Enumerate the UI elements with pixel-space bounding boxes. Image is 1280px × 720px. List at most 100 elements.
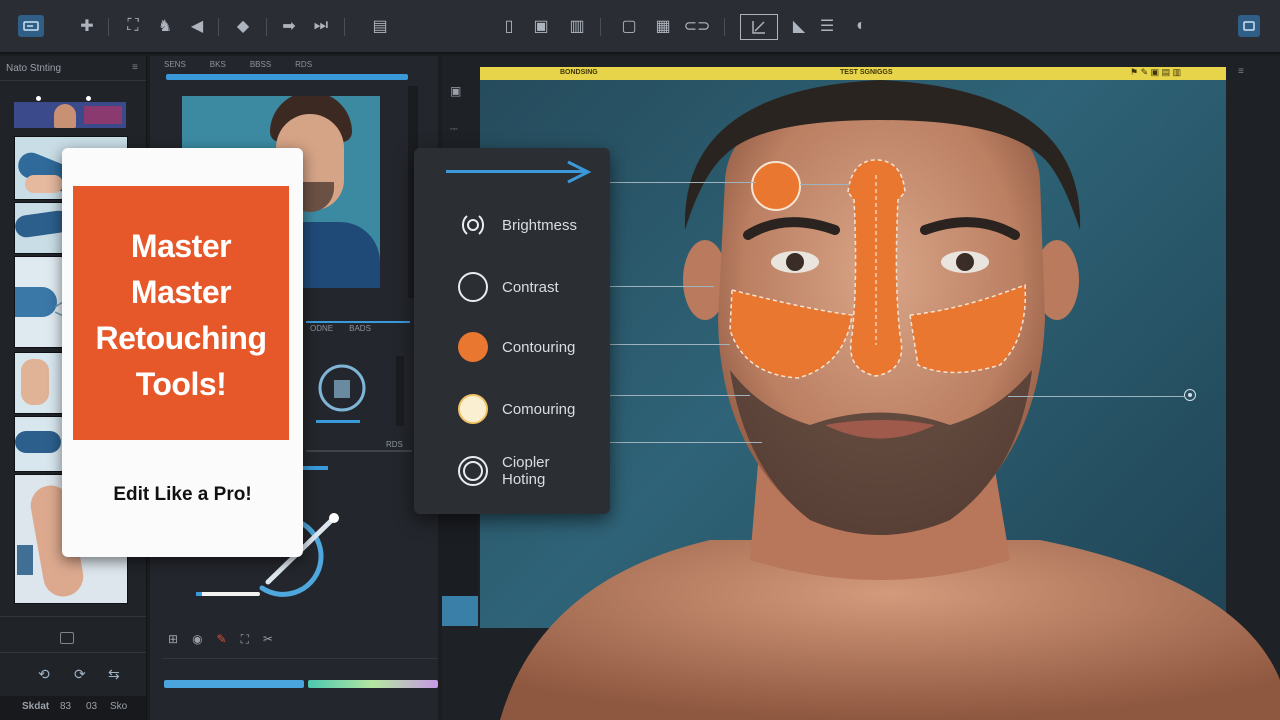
toolbar-divider <box>600 18 601 36</box>
camera-icon[interactable]: ◉ <box>192 632 202 647</box>
canvas-tool-icon[interactable]: ▣ <box>450 84 472 102</box>
guide-line <box>610 395 750 396</box>
target-icon[interactable] <box>1184 389 1196 401</box>
toolbar-divider <box>724 18 725 36</box>
crop-icon[interactable]: ⛶ <box>122 15 144 37</box>
thumbnail-strip[interactable] <box>14 102 126 128</box>
tool-ciopler-hoting[interactable]: Ciopler Hoting <box>458 454 550 488</box>
filter-icon[interactable]: ▤ <box>366 15 394 37</box>
crop-icon[interactable]: ⛶ <box>241 632 249 647</box>
selection-handle[interactable] <box>86 96 91 101</box>
timeline-clip-blue[interactable] <box>164 680 304 688</box>
forward-icon[interactable]: ➡ <box>278 15 300 37</box>
toolbar-divider <box>344 18 345 36</box>
transform-icon[interactable]: ⟲ <box>38 666 50 683</box>
marker-icon[interactable]: ✎ <box>217 632 227 647</box>
rotation-slider[interactable] <box>196 592 260 596</box>
guide-line <box>610 182 756 183</box>
canvas-side-accent <box>442 596 478 626</box>
arrow-right-icon[interactable] <box>564 159 592 190</box>
status-text: Skdat <box>22 701 50 712</box>
toolbar-divider <box>108 18 109 36</box>
promo-headline-line: Master <box>130 228 232 264</box>
link-icon[interactable]: ⊂⊃ <box>684 15 711 37</box>
section-label[interactable]: RDS <box>386 440 403 449</box>
pen-icon[interactable]: ◆ <box>232 15 254 37</box>
tools-icon[interactable]: ✂ <box>263 632 273 647</box>
status-value: 83 <box>60 701 72 712</box>
skip-icon[interactable]: ⏭ <box>310 15 332 37</box>
contrast-icon <box>458 272 488 302</box>
panel-title: Nato Stnting <box>6 63 62 74</box>
canvas-title: TEST SGNIGGS <box>840 69 893 76</box>
thumbnail-face <box>54 104 76 128</box>
toolbar-divider <box>218 18 219 36</box>
panel-tabs: SENS BKS BBSS RDS <box>164 60 410 72</box>
paste-icon[interactable]: ▦ <box>652 15 674 37</box>
canvas-left-label: BONDSING <box>560 69 598 76</box>
adjust-icon[interactable]: ◐ <box>850 15 872 37</box>
stack-icon[interactable]: ▥ <box>566 15 588 37</box>
timeline-clip-gradient[interactable] <box>308 680 438 688</box>
tool-contouring-highlight[interactable]: Comouring <box>458 394 575 424</box>
status-value: 03 <box>86 701 98 712</box>
guide-line <box>610 344 730 345</box>
section-label[interactable]: ODNE <box>310 324 333 333</box>
canvas-header-icons[interactable]: ⚑ ✎ ▣ ▤ ▥ <box>1130 67 1181 78</box>
canvas-menu-icon[interactable]: ≡ <box>1238 66 1244 77</box>
tab-label[interactable]: RDS <box>295 60 312 72</box>
grid-icon[interactable]: ⊞ <box>168 632 178 647</box>
promo-headline-line: Tools! <box>135 366 227 402</box>
section-label[interactable]: BADS <box>349 324 371 333</box>
slider-handle[interactable] <box>196 592 202 596</box>
promo-tagline: Edit Like a Pro! <box>113 484 252 505</box>
progress-bar <box>166 74 408 80</box>
thumbnail-color-block <box>84 106 122 124</box>
tool-label-multiline: Ciopler Hoting <box>502 454 550 488</box>
share-icon[interactable] <box>1238 15 1260 37</box>
status-bar: Skdat 83 03 Sko <box>0 696 146 720</box>
dial-scrollbar[interactable] <box>396 356 404 426</box>
panel-divider <box>0 80 146 81</box>
move-icon[interactable]: ✚ <box>76 15 98 37</box>
tab-label[interactable]: BBSS <box>250 60 271 72</box>
tool-contouring[interactable]: Contouring <box>458 332 575 362</box>
panel-divider <box>0 652 146 653</box>
video-icon[interactable]: ◣ <box>788 15 810 37</box>
tool-brightness[interactable]: Brightmess <box>458 210 577 240</box>
tool-label-line: Hoting <box>502 471 546 488</box>
promo-headline-line: Master <box>130 274 232 310</box>
tool-label: Brightmess <box>502 216 578 234</box>
canvas-side-label: ◦◦◦ <box>450 126 458 133</box>
panel-divider <box>0 616 146 617</box>
top-toolbar: ✚ ⛶ ♞ ◀ ◆ ➡ ⏭ ▤ ▯ ▣ ▥ ▢ ▦ ⊂⊃ ◣ ☰ ◐ <box>0 0 1280 54</box>
copy-icon[interactable]: ▢ <box>618 15 640 37</box>
guide-line <box>800 184 850 185</box>
selection-handle[interactable] <box>36 96 41 101</box>
layers-icon[interactable]: ▣ <box>530 15 552 37</box>
tool-label-line: Ciopler <box>502 454 550 471</box>
add-thumbnail-icon[interactable] <box>60 632 74 644</box>
flip-icon[interactable]: ⇆ <box>108 666 120 683</box>
list-icon[interactable]: ☰ <box>816 15 838 37</box>
guide-line <box>1008 396 1184 397</box>
timeline-divider <box>162 658 438 659</box>
tool-label: Comouring <box>502 400 576 418</box>
section-divider <box>306 450 412 452</box>
transform-icon[interactable] <box>740 14 778 40</box>
contouring-cream-icon <box>458 394 488 424</box>
tab-label[interactable]: SENS <box>164 60 186 72</box>
brush-icon[interactable]: ♞ <box>154 15 176 37</box>
slider-accent <box>300 466 328 470</box>
panel-menu-icon[interactable]: ≡ <box>132 62 138 73</box>
paint-icon[interactable]: ◀ <box>186 15 208 37</box>
tool-contrast[interactable]: Contrast <box>458 272 559 302</box>
ring-icon <box>458 456 488 486</box>
rotate-icon[interactable]: ⟳ <box>74 666 86 683</box>
promo-headline-line: Retouching <box>95 320 267 356</box>
document-icon[interactable]: ▯ <box>498 15 520 37</box>
tab-label[interactable]: BKS <box>210 60 226 72</box>
retouch-tools-menu: Brightmess Contrast Contouring Comouring… <box>414 148 610 514</box>
menu-icon[interactable] <box>18 15 44 37</box>
contouring-orange-icon <box>458 332 488 362</box>
